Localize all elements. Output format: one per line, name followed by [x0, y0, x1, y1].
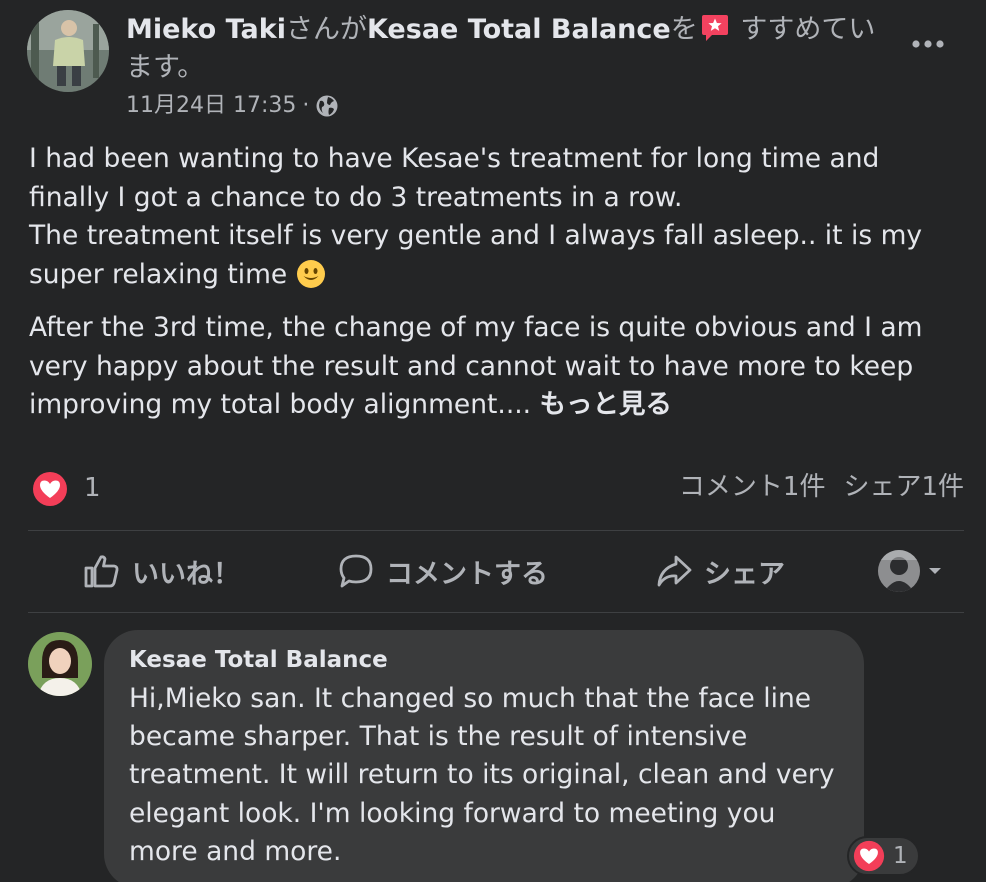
post-text-3: After the 3rd time, the change of my fac…: [29, 312, 923, 420]
thumbs-up-icon: [84, 555, 119, 588]
divider: [28, 530, 964, 531]
reaction-profile-selector[interactable]: [878, 550, 942, 592]
post-timestamp[interactable]: 11月24日 17:35: [126, 90, 296, 122]
page-name[interactable]: Kesae Total Balance: [367, 14, 671, 45]
reaction-count[interactable]: 1: [84, 470, 101, 506]
post-text-1: I had been wanting to have Kesae's treat…: [29, 143, 880, 213]
recommend-icon: [701, 15, 728, 41]
globe-icon[interactable]: [315, 94, 339, 118]
comment-reaction[interactable]: 1: [847, 836, 920, 876]
more-options-icon[interactable]: [910, 36, 946, 52]
post-paragraph: I had been wanting to have Kesae's treat…: [29, 140, 959, 294]
header-verb: さんが: [285, 14, 367, 45]
post-text-2: The treatment itself is very gentle and …: [29, 220, 923, 290]
meta-separator: ·: [302, 93, 310, 118]
post-stats: コメント1件 シェア1件: [679, 468, 964, 506]
commenter-avatar[interactable]: [28, 632, 92, 696]
comment-label: コメントする: [386, 558, 548, 590]
like-button[interactable]: いいね！: [82, 548, 240, 594]
comment-button[interactable]: コメントする: [336, 548, 548, 594]
post-header: Mieko TakiさんがKesae Total Balanceを すすめていま…: [126, 11, 886, 87]
author-name[interactable]: Mieko Taki: [126, 14, 286, 45]
see-more-link[interactable]: もっと見る: [540, 389, 673, 420]
post-paragraph: After the 3rd time, the change of my fac…: [29, 309, 959, 425]
heart-icon[interactable]: [32, 471, 68, 507]
author-avatar[interactable]: [27, 10, 109, 92]
comment-icon: [339, 554, 373, 588]
share-label: シェア: [704, 558, 785, 590]
post-meta: 11月24日 17:35 ·: [126, 90, 339, 122]
share-count[interactable]: シェア1件: [843, 468, 964, 506]
share-button[interactable]: シェア: [654, 548, 785, 594]
like-label: いいね！: [132, 558, 240, 590]
comment-reaction-count: 1: [893, 843, 908, 869]
profile-avatar: [878, 550, 920, 592]
share-icon: [657, 555, 692, 587]
chevron-down-icon: [929, 568, 941, 574]
heart-icon: [853, 840, 885, 872]
divider: [28, 612, 964, 613]
header-verb-2: を: [670, 14, 698, 45]
comment-author[interactable]: Kesae Total Balance: [129, 644, 840, 676]
comment-text: Hi,Mieko san. It changed so much that th…: [129, 683, 835, 867]
comment-bubble: Kesae Total Balance Hi,Mieko san. It cha…: [104, 630, 864, 882]
post-body: I had been wanting to have Kesae's treat…: [29, 140, 959, 440]
smiley-emoji-icon: [296, 259, 325, 288]
comment-count[interactable]: コメント1件: [679, 468, 826, 506]
